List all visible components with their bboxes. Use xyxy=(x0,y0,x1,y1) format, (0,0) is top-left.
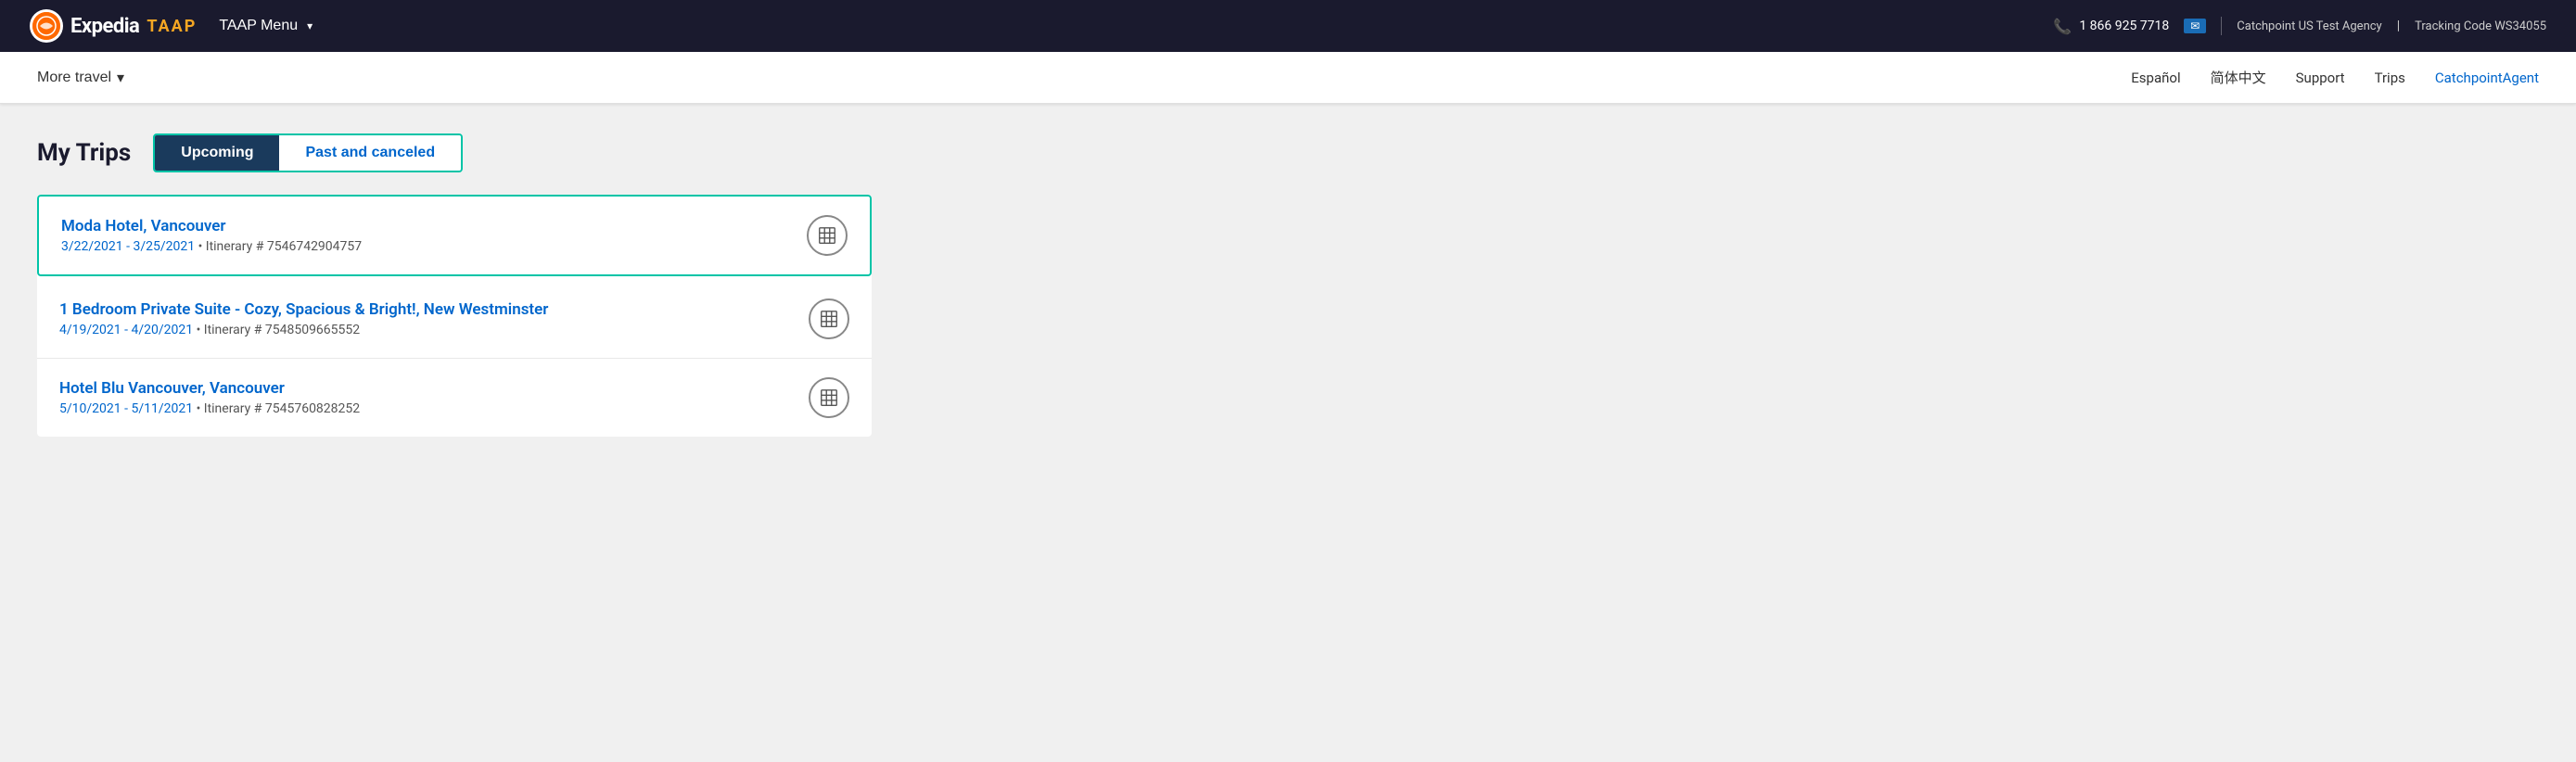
secondary-nav: More travel ▾ Español 简体中文 Support Trips… xyxy=(0,52,2576,104)
building-icon xyxy=(817,225,837,246)
table-row[interactable]: 1 Bedroom Private Suite - Cozy, Spacious… xyxy=(37,280,872,359)
expedia-logo xyxy=(30,9,63,43)
top-bar: Expedia TAAP TAAP Menu ▾ 📞 1 866 925 771… xyxy=(0,0,2576,52)
more-travel-chevron-icon: ▾ xyxy=(117,69,124,87)
top-bar-left: Expedia TAAP TAAP Menu ▾ xyxy=(30,9,312,43)
nav-support[interactable]: Support xyxy=(2296,70,2345,86)
trip-itinerary-separator: • xyxy=(197,401,204,416)
nav-catchpoint-agent[interactable]: CatchpointAgent xyxy=(2435,70,2539,86)
nav-trips[interactable]: Trips xyxy=(2375,70,2405,86)
trip-dates: 3/22/2021 - 3/25/2021 xyxy=(61,239,195,254)
trip-itinerary-separator: • xyxy=(197,323,204,337)
table-row[interactable]: Hotel Blu Vancouver, Vancouver 5/10/2021… xyxy=(37,359,872,437)
expedia-brand-text: Expedia xyxy=(70,15,139,38)
trip-name: 1 Bedroom Private Suite - Cozy, Spacious… xyxy=(59,300,548,319)
secondary-nav-left: More travel ▾ xyxy=(37,69,124,87)
taap-menu-label: TAAP Menu xyxy=(219,18,298,34)
trip-name: Hotel Blu Vancouver, Vancouver xyxy=(59,379,360,398)
hotel-icon-button[interactable] xyxy=(809,298,849,339)
nav-chinese[interactable]: 简体中文 xyxy=(2211,68,2266,87)
trip-info: Moda Hotel, Vancouver 3/22/2021 - 3/25/2… xyxy=(61,217,362,254)
trip-name: Moda Hotel, Vancouver xyxy=(61,217,362,235)
more-travel-label: More travel xyxy=(37,70,111,86)
main-content: My Trips Upcoming Past and canceled Moda… xyxy=(0,104,1298,466)
phone-number: 1 866 925 7718 xyxy=(2079,19,2169,33)
trip-details: 3/22/2021 - 3/25/2021 • Itinerary # 7546… xyxy=(61,239,362,254)
phone-area: 📞 1 866 925 7718 xyxy=(2053,18,2169,35)
divider-text: | xyxy=(2397,19,2400,33)
taap-menu-chevron-icon: ▾ xyxy=(307,19,312,32)
nav-espanol[interactable]: Español xyxy=(2131,70,2180,86)
trip-dates: 5/10/2021 - 5/11/2021 xyxy=(59,401,193,416)
trip-info: 1 Bedroom Private Suite - Cozy, Spacious… xyxy=(59,300,548,337)
building-icon xyxy=(819,309,839,329)
taap-menu-button[interactable]: TAAP Menu ▾ xyxy=(219,18,312,34)
logo-inner xyxy=(32,12,60,40)
taap-brand-text: TAAP xyxy=(147,17,197,36)
hotel-icon-button[interactable] xyxy=(807,215,848,256)
trips-list: Moda Hotel, Vancouver 3/22/2021 - 3/25/2… xyxy=(37,195,872,437)
logo-area: Expedia TAAP xyxy=(30,9,197,43)
page-title: My Trips xyxy=(37,139,131,167)
trips-header: My Trips Upcoming Past and canceled xyxy=(37,133,1261,172)
trip-itinerary: Itinerary # 7546742904757 xyxy=(206,239,362,254)
more-travel-button[interactable]: More travel ▾ xyxy=(37,69,124,87)
email-icon[interactable]: ✉ xyxy=(2184,19,2206,33)
trip-details: 5/10/2021 - 5/11/2021 • Itinerary # 7545… xyxy=(59,401,360,416)
phone-icon: 📞 xyxy=(2053,18,2072,35)
tracking-code: Tracking Code WS34055 xyxy=(2415,19,2546,33)
top-bar-right: 📞 1 866 925 7718 ✉ Catchpoint US Test Ag… xyxy=(2053,17,2546,35)
trip-itinerary: Itinerary # 7548509665552 xyxy=(204,323,360,337)
trip-dates: 4/19/2021 - 4/20/2021 xyxy=(59,323,193,337)
hotel-icon-button[interactable] xyxy=(809,377,849,418)
building-icon xyxy=(819,387,839,408)
trip-info: Hotel Blu Vancouver, Vancouver 5/10/2021… xyxy=(59,379,360,416)
tabs-container: Upcoming Past and canceled xyxy=(153,133,463,172)
divider xyxy=(2221,17,2222,35)
table-row[interactable]: Moda Hotel, Vancouver 3/22/2021 - 3/25/2… xyxy=(37,195,872,276)
secondary-nav-right: Español 简体中文 Support Trips CatchpointAge… xyxy=(2131,68,2539,87)
trip-details: 4/19/2021 - 4/20/2021 • Itinerary # 7548… xyxy=(59,323,548,337)
trip-itinerary-separator: • xyxy=(198,239,206,254)
agency-name: Catchpoint US Test Agency xyxy=(2237,19,2381,33)
trip-itinerary: Itinerary # 7545760828252 xyxy=(204,401,360,416)
tab-upcoming[interactable]: Upcoming xyxy=(155,135,279,171)
tab-past-canceled[interactable]: Past and canceled xyxy=(279,135,461,171)
